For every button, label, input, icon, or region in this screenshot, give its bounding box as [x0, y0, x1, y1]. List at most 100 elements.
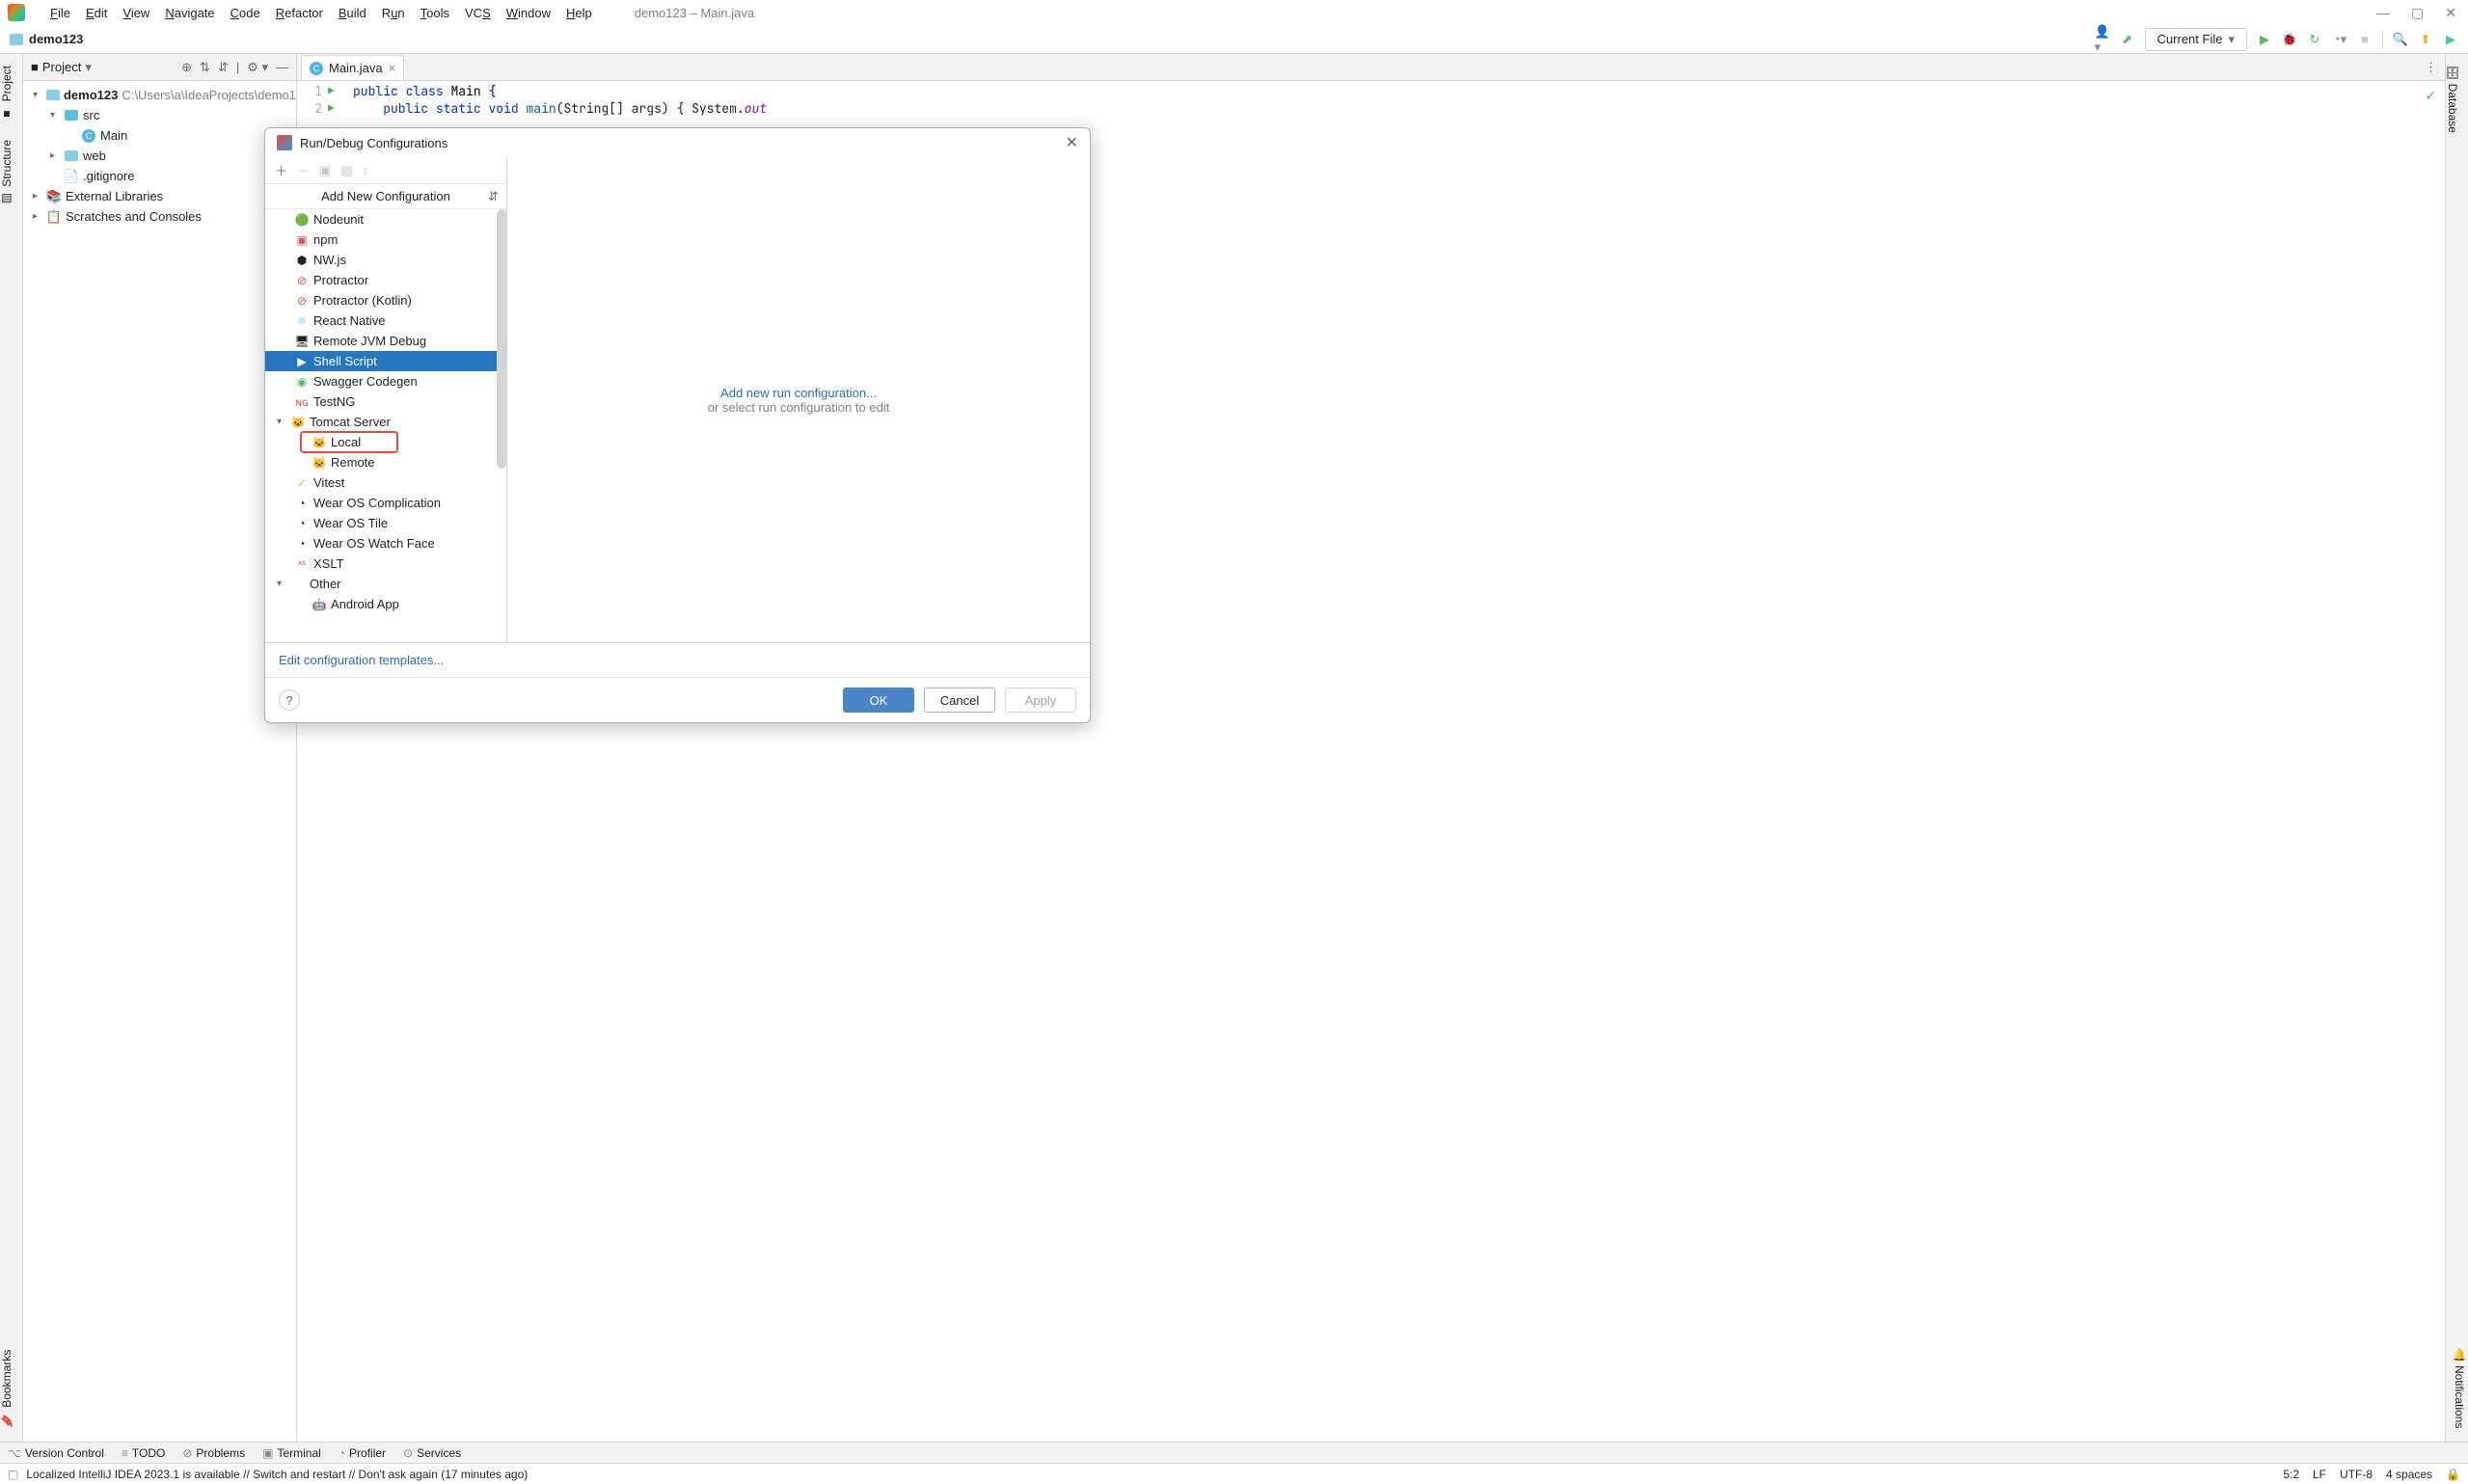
tree-item-web[interactable]: ▸web [23, 146, 296, 166]
tree-item--gitignore[interactable]: 📄.gitignore [23, 166, 296, 186]
gutter-database[interactable]: 🗄 Database [2446, 58, 2459, 141]
add-config-icon[interactable]: ＋ [275, 161, 287, 179]
select-opened-icon[interactable]: ⊕ [181, 60, 192, 75]
config-item-nw-js[interactable]: ⬢NW.js [265, 250, 506, 270]
status-line-ending[interactable]: LF [2313, 1468, 2326, 1481]
save-config-icon[interactable]: ▤ [340, 163, 352, 178]
user-icon[interactable]: 👤▾ [2095, 32, 2110, 47]
config-item-testng[interactable]: ɴɢTestNG [265, 391, 506, 412]
profile-button[interactable]: ◔▾ [2332, 32, 2347, 47]
run-line-1-icon[interactable]: ▶ [328, 83, 345, 100]
editor-more-icon[interactable]: ⋮ [2425, 60, 2437, 75]
tree-item-external-libraries[interactable]: ▸📚External Libraries [23, 186, 296, 206]
menu-code[interactable]: Code [223, 4, 268, 22]
status-message[interactable]: Localized IntelliJ IDEA 2023.1 is availa… [26, 1468, 528, 1481]
config-item-nodeunit[interactable]: 🟢Nodeunit [265, 209, 506, 229]
menu-view[interactable]: View [115, 4, 157, 22]
status-encoding[interactable]: UTF-8 [2340, 1468, 2373, 1481]
menu-navigate[interactable]: Navigate [157, 4, 222, 22]
debug-button[interactable]: 🐞 [2282, 32, 2297, 47]
config-item-protractor-kotlin-[interactable]: ⊘Protractor (Kotlin) [265, 290, 506, 310]
edit-templates-link[interactable]: Edit configuration templates... [279, 653, 444, 667]
run-config-dropdown[interactable]: Current File▾ [2145, 28, 2247, 51]
run-line-2-icon[interactable]: ▶ [328, 100, 345, 118]
config-item-swagger-codegen[interactable]: ◉Swagger Codegen [265, 371, 506, 391]
config-item-wear-os-complication[interactable]: ◔Wear OS Complication [265, 493, 506, 513]
remove-config-icon[interactable]: － [297, 161, 310, 179]
apply-button[interactable]: Apply [1005, 688, 1076, 713]
config-item-wear-os-tile[interactable]: ◔Wear OS Tile [265, 513, 506, 533]
tool-terminal[interactable]: ▣Terminal [262, 1446, 321, 1460]
build-icon[interactable]: ⬈ [2120, 32, 2135, 47]
gutter-project[interactable]: ■ Project [0, 58, 14, 128]
menu-tools[interactable]: Tools [413, 4, 457, 22]
breadcrumb-project[interactable]: demo123 [29, 32, 83, 46]
menu-run[interactable]: Run [374, 4, 413, 22]
menu-file[interactable]: File [42, 4, 78, 22]
config-item-npm[interactable]: ▣npm [265, 229, 506, 250]
menu-vcs[interactable]: VCS [457, 4, 499, 22]
config-item-wear-os-watch-face[interactable]: ◔Wear OS Watch Face [265, 533, 506, 553]
maximize-button[interactable]: ▢ [2411, 5, 2424, 21]
tree-item-src[interactable]: ▾src [23, 105, 296, 125]
add-new-run-config-link[interactable]: Add new run configuration... [720, 386, 877, 400]
menu-edit[interactable]: Edit [78, 4, 115, 22]
scrollbar[interactable] [497, 209, 506, 469]
config-item-xslt[interactable]: ˣˢXSLT [265, 553, 506, 574]
check-icon[interactable]: ✓ [2426, 85, 2435, 105]
config-item-remote[interactable]: 🐱Remote [265, 452, 506, 472]
menu-build[interactable]: Build [331, 4, 374, 22]
sort-config-icon[interactable]: ↕ [363, 163, 369, 177]
hide-icon[interactable]: — [276, 60, 288, 75]
gutter-notifications[interactable]: 🔔 Notifications [2453, 1340, 2466, 1436]
dialog-right-subtext: or select run configuration to edit [708, 400, 890, 415]
play-triangle-icon[interactable]: ▶ [2443, 32, 2458, 47]
config-item-vitest[interactable]: ✓Vitest [265, 472, 506, 493]
menu-help[interactable]: Help [558, 4, 600, 22]
config-item-tomcat-server[interactable]: ▾🐱Tomcat Server [265, 412, 506, 432]
gutter-structure[interactable]: ▤ Structure [0, 132, 14, 214]
config-item-local[interactable]: 🐱Local [265, 432, 506, 452]
status-position[interactable]: 5:2 [2283, 1468, 2299, 1481]
tool-todo[interactable]: ≡TODO [122, 1446, 165, 1460]
update-icon[interactable]: ⬆ [2418, 32, 2433, 47]
expand-icon[interactable]: ⇅ [200, 60, 210, 75]
minimize-button[interactable]: — [2376, 5, 2390, 21]
config-item-remote-jvm-debug[interactable]: 🖥Remote JVM Debug [265, 331, 506, 351]
stop-button[interactable]: ■ [2357, 32, 2373, 47]
tree-item-demo123[interactable]: ▾demo123C:\Users\a\IdeaProjects\demo1 [23, 85, 296, 105]
tree-item-scratches-and-consoles[interactable]: ▸📋Scratches and Consoles [23, 206, 296, 227]
status-readonly-icon[interactable]: 🔒 [2446, 1468, 2460, 1481]
help-button[interactable]: ? [279, 689, 300, 711]
tree-item-main[interactable]: CMain [23, 125, 296, 146]
dialog-buttons: ? OK Cancel Apply [265, 677, 1090, 722]
tool-version-control[interactable]: ⌥Version Control [8, 1446, 104, 1460]
config-item-react-native[interactable]: ⚛React Native [265, 310, 506, 331]
cancel-button[interactable]: Cancel [924, 688, 995, 713]
config-type-list[interactable]: 🟢Nodeunit▣npm⬢NW.js⊘Protractor⊘Protracto… [265, 209, 506, 642]
close-window-button[interactable]: ✕ [2445, 5, 2456, 21]
menu-refactor[interactable]: Refactor [268, 4, 331, 22]
config-item-protractor[interactable]: ⊘Protractor [265, 270, 506, 290]
status-indent[interactable]: 4 spaces [2386, 1468, 2432, 1481]
editor-tab-main[interactable]: C Main.java × [301, 55, 404, 80]
dialog-close-icon[interactable]: ✕ [1066, 133, 1078, 152]
tool-problems[interactable]: ⊘Problems [182, 1446, 245, 1460]
close-tab-icon[interactable]: × [389, 61, 396, 75]
gutter-bookmarks[interactable]: 🔖 Bookmarks [0, 1342, 14, 1436]
expand-all-icon[interactable]: ⇵ [488, 189, 499, 204]
status-icon[interactable]: ▢ [8, 1468, 18, 1481]
config-item-shell-script[interactable]: ▶Shell Script [265, 351, 506, 371]
run-button[interactable]: ▶ [2257, 32, 2272, 47]
tool-profiler[interactable]: ◔Profiler [339, 1446, 386, 1460]
config-item-android-app[interactable]: 🤖Android App [265, 594, 506, 614]
ok-button[interactable]: OK [843, 688, 914, 713]
coverage-button[interactable]: ↻ [2307, 32, 2322, 47]
menu-window[interactable]: Window [499, 4, 558, 22]
tool-services[interactable]: ⊙Services [403, 1446, 461, 1460]
copy-config-icon[interactable]: ▣ [319, 163, 331, 178]
search-icon[interactable]: 🔍 [2393, 32, 2408, 47]
collapse-icon[interactable]: ⇵ [218, 60, 229, 75]
settings-icon[interactable]: ⚙ ▾ [247, 60, 268, 75]
config-item-other[interactable]: ▾Other [265, 574, 506, 594]
